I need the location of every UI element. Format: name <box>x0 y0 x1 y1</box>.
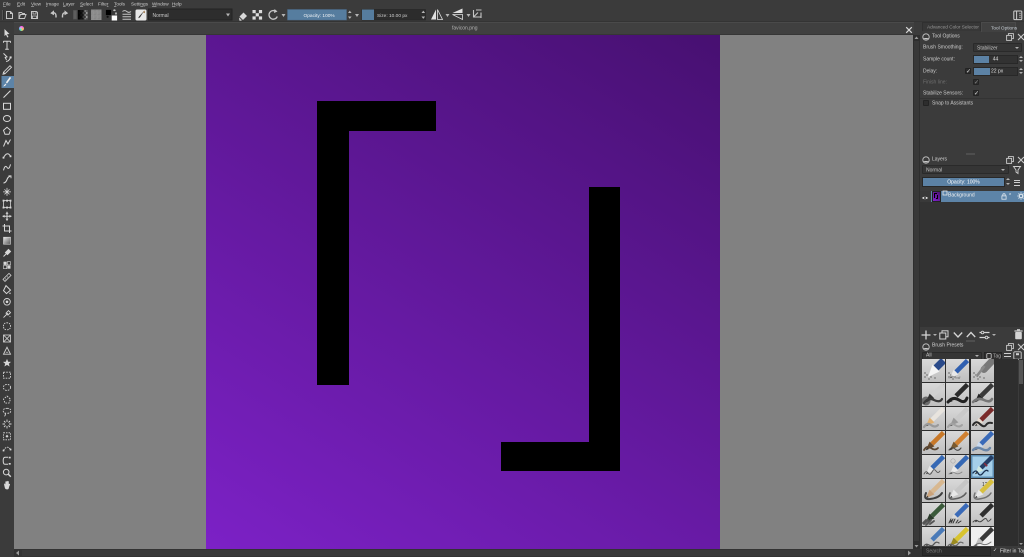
svg-text:Normal: Normal <box>153 13 169 19</box>
svg-text:Size: 10.00 px: Size: 10.00 px <box>377 13 408 19</box>
svg-text:Opacity: 100%: Opacity: 100% <box>304 13 336 19</box>
